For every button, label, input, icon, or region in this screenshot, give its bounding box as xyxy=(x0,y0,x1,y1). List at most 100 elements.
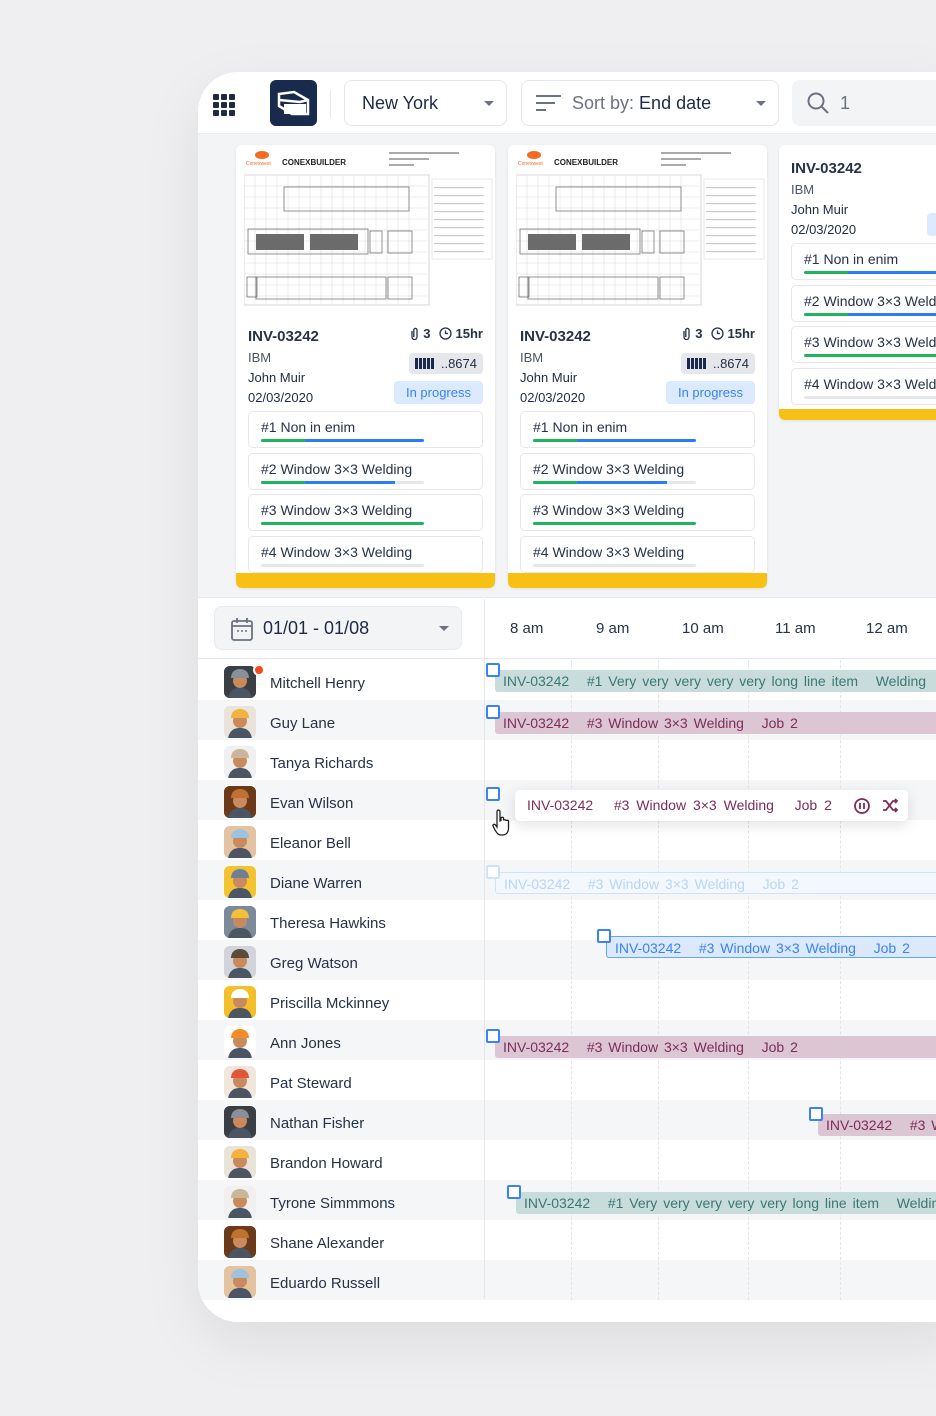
line-item[interactable]: #3 Window 3×3 Welding xyxy=(520,494,755,531)
hour-label: 8 am xyxy=(510,620,544,637)
resource-row[interactable]: Shane Alexander xyxy=(198,1220,936,1260)
resource-name: Brandon Howard xyxy=(270,1155,383,1172)
line-item-label: #4 Window 3×3 Welding xyxy=(804,375,936,392)
line-item[interactable]: #4 Window 3×3 Welding xyxy=(791,367,936,405)
line-item-label: #3 Window 3×3 Welding xyxy=(533,502,685,518)
line-item[interactable]: #1 Non in enim xyxy=(248,411,483,448)
job-card[interactable]: Conexwest CONEXBUILDER INV-03242 IBM Joh… xyxy=(508,145,767,588)
task-drag-handle[interactable] xyxy=(597,929,611,943)
column-divider xyxy=(484,599,485,1299)
line-item-progress xyxy=(804,312,936,316)
resource-row[interactable]: Eleanor Bell xyxy=(198,820,936,860)
line-item-label: #4 Window 3×3 Welding xyxy=(533,543,685,560)
status-badge: In progress xyxy=(665,381,755,404)
job-card[interactable]: Conexwest CONEXBUILDER INV-03242 IBM Joh… xyxy=(236,145,495,588)
resource-row[interactable]: Brandon Howard xyxy=(198,1140,936,1180)
task-drag-handle[interactable] xyxy=(507,1185,521,1199)
clock-icon xyxy=(438,327,452,340)
line-item[interactable]: #2 Window 3×3 Welding xyxy=(248,452,483,490)
hours-estimate: 15hr xyxy=(727,326,755,341)
task-bar[interactable]: INV-03242 #3 Window 3×3 Welding Job 2 xyxy=(495,712,936,734)
resource-row[interactable]: Tanya Richards xyxy=(198,740,936,780)
client-name: IBM xyxy=(248,350,272,365)
task-drag-handle[interactable] xyxy=(486,1029,500,1043)
task-bar[interactable]: INV-03242 #3 Window 3×3 Welding Job 2 xyxy=(495,872,936,894)
date-range-picker[interactable]: 01/01 - 01/08 xyxy=(214,606,462,650)
line-item-progress xyxy=(533,480,696,484)
card-status-bar xyxy=(236,573,495,588)
line-item-progress xyxy=(533,522,696,525)
apps-grid-icon[interactable] xyxy=(213,94,235,116)
thumb-sub: Conexwest xyxy=(518,161,543,167)
line-item[interactable]: #3 Window 3×3 Welding xyxy=(248,494,483,531)
attachment-count: 3 xyxy=(423,326,431,341)
task-drag-handle[interactable] xyxy=(486,865,500,879)
line-item[interactable]: #2 Window 3×3 Welding xyxy=(791,284,936,322)
avatar xyxy=(224,1226,256,1258)
assignee-name: John Muir xyxy=(520,370,578,385)
line-item[interactable]: #3 Window 3×3 Welding xyxy=(791,326,936,363)
task-bar[interactable]: INV-03242 #3 Window 3×3 Welding xyxy=(818,1114,936,1136)
caret-down-icon xyxy=(484,101,494,106)
resource-name: Diane Warren xyxy=(270,875,362,892)
shuffle-icon[interactable] xyxy=(882,798,899,813)
line-item[interactable]: #2 Window 3×3 Welding xyxy=(520,452,755,490)
line-item-progress xyxy=(804,395,936,399)
sort-select[interactable]: Sort by: End date xyxy=(521,80,779,126)
invoice-number: INV-03242 xyxy=(248,328,319,345)
task-bar[interactable]: INV-03242 #3 Window 3×3 Welding Job 2 xyxy=(606,936,936,958)
search-input[interactable]: 1 xyxy=(792,80,936,126)
job-cards-area: Conexwest CONEXBUILDER INV-03242 IBM Joh… xyxy=(198,134,936,598)
dragged-task-tooltip[interactable]: INV-03242 #3 Window 3×3 Welding Job 2 xyxy=(515,790,908,821)
client-name: IBM xyxy=(520,350,544,365)
due-date: 02/03/2020 xyxy=(791,222,857,237)
avatar xyxy=(224,786,256,818)
line-item-progress xyxy=(804,354,936,357)
resource-row[interactable]: Priscilla Mckinney xyxy=(198,980,936,1020)
task-bar[interactable]: INV-03242 #1 Very very very very very lo… xyxy=(516,1192,936,1214)
due-date: 02/03/2020 xyxy=(248,390,314,405)
line-item-progress xyxy=(261,480,424,484)
resource-row[interactable]: Eduardo Russell xyxy=(198,1260,936,1300)
pause-icon[interactable] xyxy=(854,798,870,814)
line-item[interactable]: #4 Window 3×3 Welding xyxy=(248,535,483,573)
avatar xyxy=(224,746,256,778)
task-drag-handle[interactable] xyxy=(486,663,500,677)
resource-name: Pat Steward xyxy=(270,1075,352,1092)
line-item[interactable]: #1 Non in enim xyxy=(791,243,936,280)
due-date: 02/03/2020 xyxy=(520,390,586,405)
drawing-thumbnail[interactable]: Conexwest CONEXBUILDER xyxy=(516,149,766,321)
drawing-thumbnail[interactable]: Conexwest CONEXBUILDER xyxy=(244,149,494,321)
task-drag-handle[interactable] xyxy=(486,705,500,719)
resource-row[interactable]: Theresa Hawkins xyxy=(198,900,936,940)
resource-name: Nathan Fisher xyxy=(270,1115,365,1132)
resource-row[interactable]: Pat Steward xyxy=(198,1060,936,1100)
location-select[interactable]: New York xyxy=(344,80,507,126)
thumb-brand: CONEXBUILDER xyxy=(282,158,346,167)
task-drag-handle[interactable] xyxy=(809,1107,823,1121)
calendar-icon xyxy=(231,618,253,641)
task-bar[interactable]: INV-03242 #3 Window 3×3 Welding Job 2 xyxy=(495,1036,936,1058)
line-item-label: #2 Window 3×3 Welding xyxy=(533,460,685,477)
line-item[interactable]: #1 Non in enim xyxy=(520,411,755,448)
line-item-progress xyxy=(261,439,424,442)
line-item-progress xyxy=(261,563,424,567)
line-item-label: #3 Window 3×3 Welding xyxy=(804,334,936,350)
line-item[interactable]: #4 Window 3×3 Welding xyxy=(520,535,755,573)
resource-name: Shane Alexander xyxy=(270,1235,385,1252)
resource-name: Tanya Richards xyxy=(270,755,374,772)
avatar xyxy=(224,666,256,698)
resource-name: Greg Watson xyxy=(270,955,358,972)
barcode-icon xyxy=(414,358,435,369)
client-name: IBM xyxy=(791,182,815,197)
avatar xyxy=(224,986,256,1018)
hours-estimate: 15hr xyxy=(455,326,483,341)
task-drag-handle[interactable] xyxy=(486,787,500,801)
task-bar[interactable]: INV-03242 #1 Very very very very very lo… xyxy=(495,670,936,692)
app-logo[interactable] xyxy=(270,80,317,126)
barcode-value: ..8674 xyxy=(440,356,477,371)
avatar xyxy=(224,1066,256,1098)
job-card[interactable]: INV-03242 IBM John Muir 02/03/2020 In pro… xyxy=(779,145,936,420)
avatar xyxy=(224,906,256,938)
resource-name: Mitchell Henry xyxy=(270,675,366,692)
